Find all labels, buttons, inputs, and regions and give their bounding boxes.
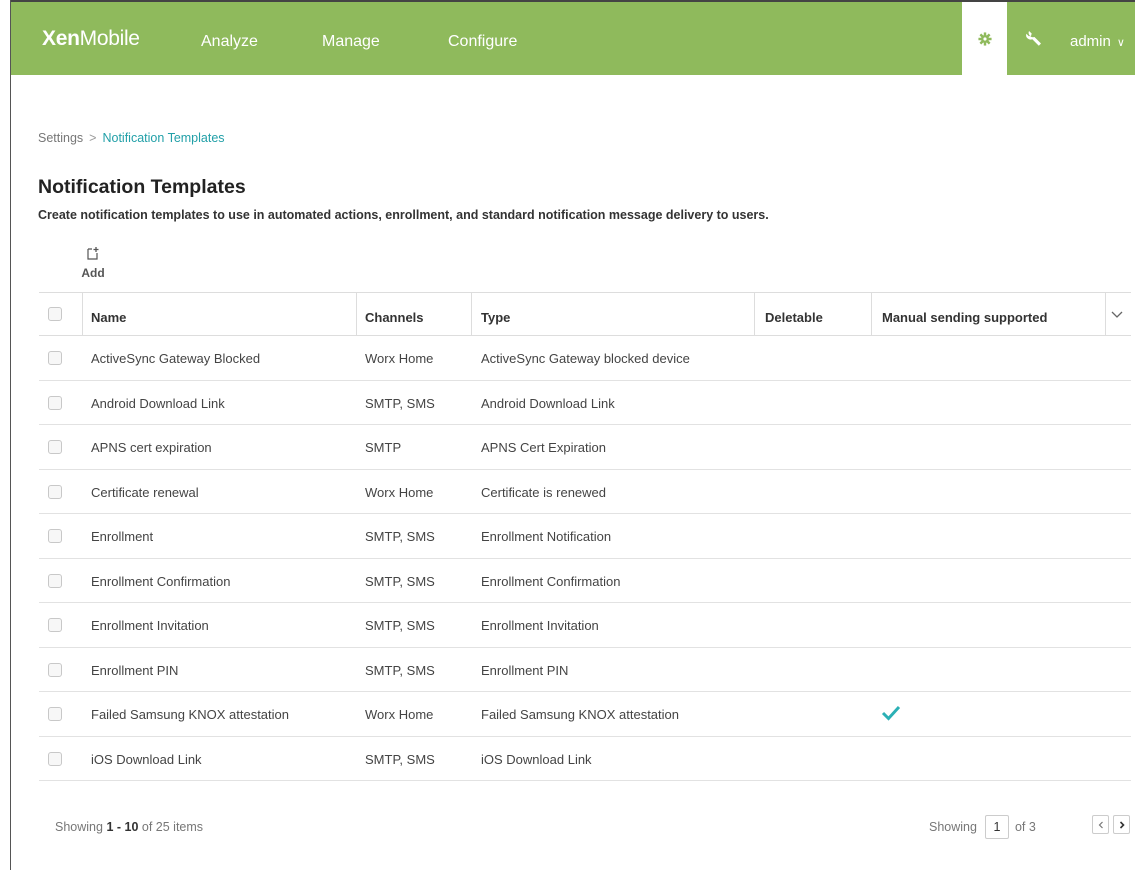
cell-channels: SMTP, SMS [365, 395, 435, 411]
add-label: Add [81, 266, 105, 280]
cell-channels: Worx Home [365, 351, 434, 366]
cell-name: APNS cert expiration [91, 440, 212, 455]
column-header-channels[interactable]: Channels [365, 310, 424, 325]
column-options-chevron-icon[interactable] [1109, 306, 1125, 322]
row-checkbox[interactable] [48, 529, 62, 543]
page-number-input[interactable]: 1 [984, 815, 1009, 839]
cell-type: Enrollment Confirmation [481, 573, 621, 589]
top-nav-bar: XenMobile Analyze Manage Configure admin… [11, 2, 1135, 75]
chevron-right-icon [1119, 820, 1125, 829]
cell-type: Enrollment Notification [481, 529, 612, 544]
cell-name: Certificate renewal [91, 484, 199, 500]
cell-type: Enrollment PIN [481, 662, 569, 678]
cell-name: Enrollment PIN [91, 662, 179, 678]
breadcrumb-settings[interactable]: Settings [38, 131, 83, 145]
window-frame-left [10, 0, 11, 870]
select-all-checkbox[interactable] [48, 307, 62, 321]
cell-type: Certificate is renewed [481, 484, 606, 500]
cell-type: APNS Cert Expiration [481, 440, 606, 455]
nav-configure[interactable]: Configure [448, 33, 517, 51]
gear-icon [977, 31, 992, 46]
cell-name: Enrollment [91, 529, 154, 544]
page-indicator: Showing 1 of 3 [929, 815, 1036, 839]
row-checkbox[interactable] [48, 573, 62, 588]
table-row[interactable]: Certificate renewal Worx Home Certificate … [39, 470, 1131, 514]
table-header: Name Channels Type Deletable Manual send… [39, 292, 1131, 336]
cell-channels: Worx Home [365, 484, 434, 500]
table-row[interactable]: Enrollment Confirmation SMTP, SMS Enrollme… [39, 559, 1131, 603]
cell-type: Enrollment Invitation [481, 618, 599, 633]
cell-name: Android Download Link [91, 395, 225, 411]
row-checkbox[interactable] [48, 707, 62, 721]
cell-type: Android Download Link [481, 395, 615, 411]
breadcrumb-current[interactable]: Notification Templates [102, 131, 224, 145]
table-row[interactable]: iOS Download Link SMTP, SMS iOS Download L… [39, 737, 1131, 781]
chevron-down-icon: ∨ [1116, 37, 1125, 49]
row-checkbox[interactable] [48, 751, 62, 766]
cell-channels: SMTP [365, 440, 402, 455]
table-row[interactable]: Enrollment SMTP, SMS Enrollment Notificati… [39, 514, 1131, 559]
row-checkbox[interactable] [48, 440, 62, 454]
cell-type: ActiveSync Gateway blocked device [481, 351, 690, 366]
cell-name: Enrollment Confirmation [91, 573, 231, 589]
notification-templates-table: Name Channels Type Deletable Manual send… [39, 292, 1131, 781]
items-range: 1 - 10 [106, 820, 139, 834]
user-menu[interactable]: admin ∨ [1070, 33, 1125, 50]
cell-type: iOS Download Link [481, 751, 592, 767]
previous-page-button[interactable] [1092, 815, 1109, 834]
cell-channels: Worx Home [365, 707, 434, 722]
cell-name: Failed Samsung KNOX attestation [91, 707, 289, 722]
chevron-left-icon [1098, 821, 1103, 828]
page-description: Create notification templates to use in … [38, 208, 769, 222]
cell-name: Enrollment Invitation [91, 618, 209, 633]
table-row[interactable]: ActiveSync Gateway Blocked Worx Home Activ… [39, 336, 1131, 381]
column-divider [356, 293, 357, 336]
cell-channels: SMTP, SMS [365, 662, 435, 678]
table-row[interactable]: Android Download Link SMTP, SMS Android Do… [39, 381, 1131, 425]
table-body: ActiveSync Gateway Blocked Worx Home Activ… [39, 336, 1131, 781]
cell-channels: SMTP, SMS [365, 751, 435, 767]
nav-analyze[interactable]: Analyze [201, 33, 258, 51]
column-divider [82, 293, 83, 336]
items-count: Showing 1 - 10 of 25 items [55, 820, 204, 834]
row-checkbox[interactable] [48, 618, 62, 632]
cell-channels: SMTP, SMS [365, 573, 435, 589]
cell-channels: SMTP, SMS [365, 618, 435, 633]
breadcrumb: Settings > Notification Templates [38, 131, 225, 145]
column-header-manual-sending[interactable]: Manual sending supported [882, 310, 1047, 325]
cell-channels: SMTP, SMS [365, 529, 435, 544]
breadcrumb-separator: > [89, 131, 97, 145]
cell-name: iOS Download Link [91, 751, 202, 767]
add-button[interactable]: Add [77, 246, 109, 280]
xenmobile-logo[interactable]: XenMobile [42, 27, 140, 51]
wrench-icon[interactable] [1023, 28, 1045, 50]
page-label: Showing [929, 820, 977, 834]
nav-manage[interactable]: Manage [322, 33, 380, 51]
column-divider [871, 293, 872, 336]
table-row[interactable]: APNS cert expiration SMTP APNS Cert Expira… [39, 425, 1131, 470]
page-title: Notification Templates [38, 176, 246, 198]
page-total: of 3 [1014, 820, 1036, 834]
next-page-button[interactable] [1113, 815, 1130, 834]
row-checkbox[interactable] [48, 395, 62, 410]
cell-name: ActiveSync Gateway Blocked [91, 351, 261, 366]
table-row[interactable]: Enrollment Invitation SMTP, SMS Enrollment… [39, 603, 1131, 648]
column-divider [754, 293, 755, 336]
checkmark-icon [881, 705, 901, 721]
column-header-type[interactable]: Type [481, 310, 510, 325]
row-checkbox[interactable] [48, 484, 62, 499]
table-row[interactable]: Enrollment PIN SMTP, SMS Enrollment PIN [39, 648, 1131, 692]
add-document-icon [87, 247, 99, 260]
column-header-name[interactable]: Name [91, 310, 126, 325]
user-name: admin [1070, 33, 1111, 50]
column-header-deletable[interactable]: Deletable [765, 310, 823, 325]
column-divider [471, 293, 472, 336]
row-checkbox[interactable] [48, 662, 62, 677]
row-checkbox[interactable] [48, 351, 62, 365]
column-divider [1105, 293, 1106, 336]
settings-button[interactable] [962, 2, 1007, 75]
cell-type: Failed Samsung KNOX attestation [481, 707, 679, 722]
table-row[interactable]: Failed Samsung KNOX attestation Worx Home… [39, 692, 1131, 737]
